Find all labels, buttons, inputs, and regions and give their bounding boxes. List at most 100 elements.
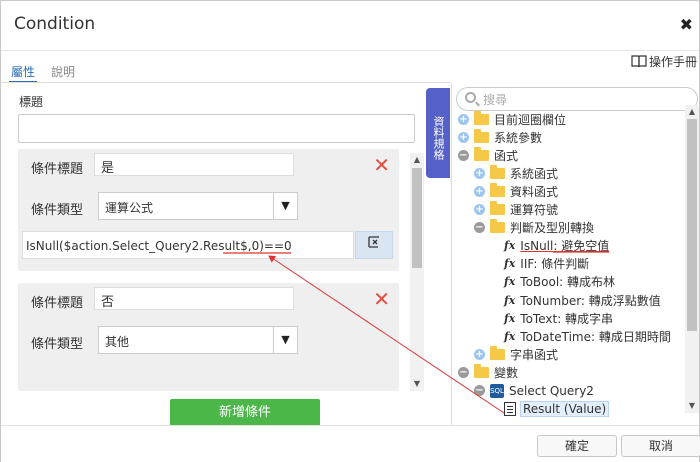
function-icon: fx [504, 257, 516, 271]
tree-node-label: 字串函式 [510, 347, 559, 362]
condition-type-label: 條件類型 [31, 337, 84, 352]
collapse-icon[interactable]: − [474, 385, 485, 396]
manual-label: 操作手冊 [648, 55, 697, 69]
tree-node-label: 運算符號 [510, 203, 559, 217]
function-icon: fx [504, 293, 516, 307]
scroll-thumb[interactable] [412, 168, 422, 268]
tree-node-label: ToDateTime: 轉成日期時間 [520, 329, 671, 344]
delete-condition-icon[interactable]: ✕ [373, 289, 390, 309]
folder-icon [474, 128, 489, 143]
condition-card: 條件標題 是 ✕ 條件類型 運算公式 ▼ IsNull($action.Sele… [18, 149, 399, 271]
folder-icon [474, 146, 489, 161]
folder-icon [490, 345, 505, 360]
tree-scrollbar[interactable]: ▲ ▼ [685, 105, 699, 413]
condition-type-value: 其他 [105, 335, 130, 349]
tree-node[interactable]: fx ToBool: 轉成布林 [504, 273, 615, 291]
function-icon: fx [504, 329, 516, 343]
scroll-thumb[interactable] [687, 119, 697, 331]
expand-icon[interactable]: + [474, 348, 485, 360]
tree-node-label: 變數 [494, 365, 519, 380]
dropdown-arrow-icon: ▼ [273, 193, 297, 219]
tree-node[interactable]: + 系統參數 [458, 128, 542, 146]
tree-node[interactable]: − SQL Select Query2 [474, 382, 594, 400]
cancel-button[interactable]: 取消 [621, 435, 700, 457]
search-input[interactable]: 搜尋 [456, 87, 698, 111]
folder-icon [490, 164, 505, 179]
tree-node-label: Select Query2 [509, 383, 594, 398]
tree-node[interactable]: − 變數 [458, 363, 518, 381]
data-spec-tab[interactable]: 資料規格 [426, 88, 450, 178]
tree-node[interactable]: fx IIF: 條件判斷 [504, 255, 589, 273]
tree-node[interactable]: + 字串函式 [474, 345, 558, 363]
properties-panel: 標題 條件標題 是 ✕ 條件類型 運算公式 ▼ IsNull($action.S… [9, 83, 427, 423]
title-label: 標題 [19, 95, 44, 109]
scroll-down-arrow-icon[interactable]: ▼ [685, 399, 699, 413]
dropdown-arrow-icon: ▼ [273, 327, 297, 353]
tree-node-label: 系統參數 [494, 130, 543, 145]
tree-node-label: 判斷及型別轉換 [510, 221, 595, 236]
condition-type-select[interactable]: 運算公式 ▼ [98, 192, 298, 220]
tree-node[interactable]: fx ToDateTime: 轉成日期時間 [504, 327, 671, 345]
add-condition-button[interactable]: 新增條件 [170, 399, 320, 426]
condition-title-input[interactable]: 否 [94, 287, 294, 310]
expand-icon[interactable]: + [458, 131, 469, 143]
search-placeholder: 搜尋 [483, 93, 508, 107]
function-editor-icon[interactable] [355, 231, 393, 259]
formula-input[interactable]: IsNull($action.Select_Query2.Result$,0)=… [22, 231, 354, 259]
folder-icon [490, 182, 505, 197]
delete-condition-icon[interactable]: ✕ [373, 155, 390, 175]
tree-node-label: Result (Value) [520, 400, 610, 417]
tree-node[interactable]: + 目前迴圈欄位 [458, 110, 566, 128]
expand-icon[interactable]: + [474, 204, 485, 215]
tab-description[interactable]: 說明 [49, 63, 77, 83]
tree-node-label: 系統函式 [510, 166, 559, 181]
tab-bar: 屬性 說明 [9, 63, 77, 83]
collapse-icon[interactable]: − [458, 149, 469, 161]
tree-node[interactable]: fx ToNumber: 轉成浮點數值 [504, 291, 661, 309]
folder-icon [490, 201, 505, 215]
data-tree-panel: 搜尋 + 目前迴圈欄位 + 系統參數 − 函式 + 系統函式 + 資料函式 + 運算符號 − 判斷及型別轉… [451, 83, 700, 425]
close-icon[interactable]: ✖ [680, 15, 693, 34]
collapse-icon[interactable]: − [474, 222, 485, 234]
condition-title-input[interactable]: 是 [94, 153, 294, 176]
tree-node-label: 目前迴圈欄位 [494, 112, 567, 127]
document-icon [504, 401, 516, 416]
tab-properties[interactable]: 屬性 [9, 63, 38, 83]
tree-node[interactable]: fx ToText: 轉成字串 [504, 309, 613, 327]
tree-node[interactable]: + 系統函式 [474, 164, 558, 182]
dialog-footer: 確定 取消 [1, 425, 700, 462]
condition-title-label: 條件標題 [31, 162, 84, 177]
tree-node[interactable]: + 資料函式 [474, 182, 558, 200]
tree-node-label: 資料函式 [510, 184, 559, 199]
tree-node[interactable]: − 函式 [458, 146, 518, 164]
book-icon [631, 55, 647, 68]
condition-type-label: 條件類型 [31, 203, 84, 218]
title-input[interactable] [18, 114, 415, 143]
scroll-down-arrow-icon[interactable]: ▼ [410, 377, 424, 391]
left-scrollbar[interactable]: ▲ ▼ [410, 153, 424, 391]
tree-node[interactable]: + 運算符號 [474, 201, 558, 219]
folder-icon [474, 110, 489, 125]
scroll-up-arrow-icon[interactable]: ▲ [685, 105, 699, 119]
condition-title-label: 條件標題 [31, 296, 84, 311]
ok-button[interactable]: 確定 [537, 435, 617, 457]
dialog-title: Condition [14, 14, 96, 34]
function-icon: fx [504, 311, 516, 325]
title-bar: Condition ✖ [1, 1, 699, 51]
condition-type-select[interactable]: 其他 ▼ [98, 326, 298, 354]
tree-node-label: IIF: 條件判斷 [520, 257, 590, 272]
tree-node[interactable]: − 判斷及型別轉換 [474, 219, 594, 237]
scroll-up-arrow-icon[interactable]: ▲ [410, 153, 424, 167]
tree-node-label: IsNull: 避免空值 [520, 239, 610, 254]
expand-icon[interactable]: + [474, 167, 485, 179]
manual-link[interactable]: 操作手冊 [631, 53, 697, 70]
tree-node-label: ToNumber: 轉成浮點數值 [520, 293, 661, 308]
collapse-icon[interactable]: − [458, 366, 469, 378]
expand-icon[interactable]: + [458, 113, 469, 125]
tree-node[interactable]: Result (Value) [504, 400, 610, 418]
tree-node[interactable]: fx IsNull: 避免空值 [504, 237, 609, 255]
function-icon: fx [504, 239, 516, 253]
expand-icon[interactable]: + [474, 185, 485, 197]
tree-node-label: ToText: 轉成字串 [520, 311, 614, 326]
query-icon: SQL [490, 383, 504, 398]
